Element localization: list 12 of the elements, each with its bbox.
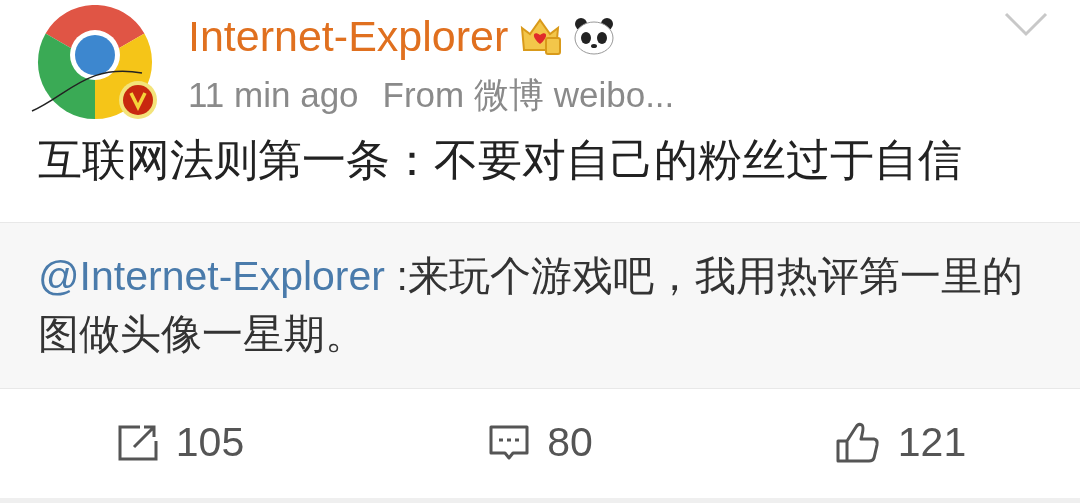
- post-text: 互联网法则第一条：不要对自己的粉丝过于自信: [37, 133, 963, 186]
- quoted-text: @Internet-Explorer :来玩个游戏吧，我用热评第一里的图做头像一星期。: [38, 251, 1024, 359]
- comment-action[interactable]: 80: [360, 388, 720, 498]
- quoted-post[interactable]: @Internet-Explorer :来玩个游戏吧，我用热评第一里的图做头像一星期。: [0, 221, 1080, 388]
- avatar-logo[interactable]: [30, 5, 160, 121]
- mention-link[interactable]: @Internet-Explorer: [38, 252, 385, 299]
- repost-action[interactable]: 105: [0, 388, 360, 498]
- post-source: From 微博 weibo...: [382, 74, 675, 116]
- post-time: 11 min ago: [188, 74, 359, 116]
- like-action[interactable]: 121: [720, 388, 1080, 498]
- panda-icon: [572, 16, 617, 56]
- crown-badge-icon: [518, 16, 563, 56]
